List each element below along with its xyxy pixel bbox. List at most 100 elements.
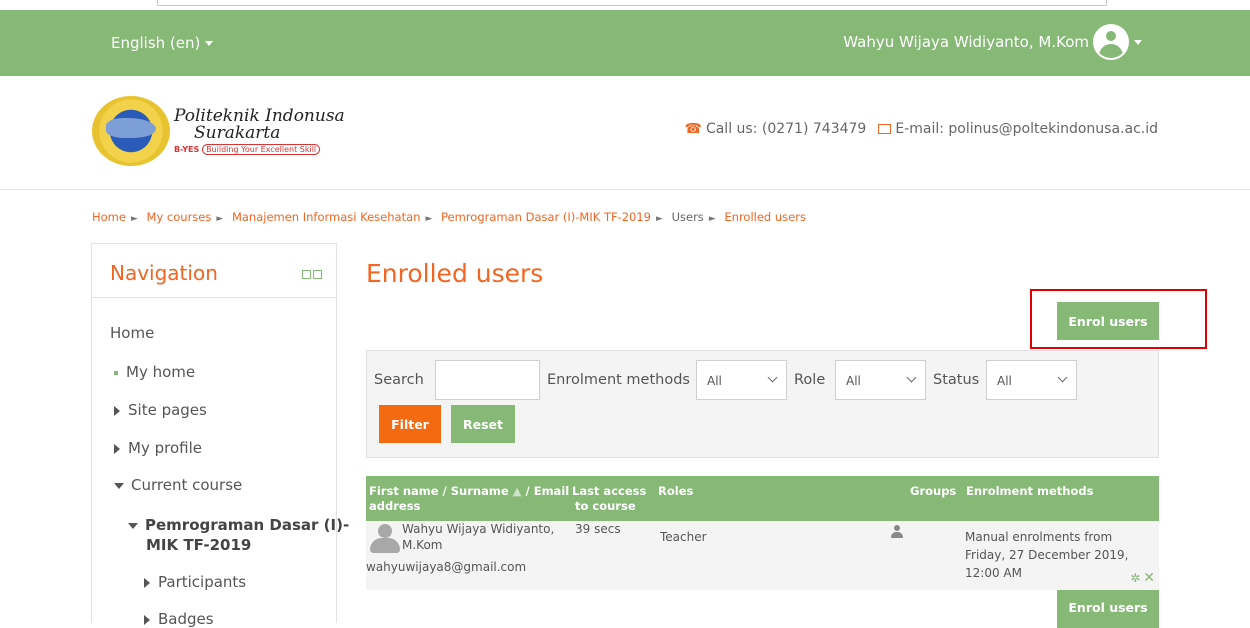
- avatar: [1093, 24, 1129, 60]
- nav-item-label: Current course: [131, 476, 243, 494]
- breadcrumb-users: Users: [671, 210, 704, 224]
- user-name: Wahyu Wijaya Widiyanto, M.Kom: [843, 33, 1089, 51]
- caret-down-icon: [1134, 39, 1142, 45]
- filter-button[interactable]: Filter: [379, 405, 441, 443]
- enrolment-actions: ✲ ✕: [1130, 570, 1155, 586]
- enrolment-method-line3: 12:00 AM: [965, 566, 1022, 580]
- user-picture-icon[interactable]: [368, 524, 402, 554]
- nav-item-label: My home: [126, 363, 196, 381]
- column-roles: Roles: [658, 484, 694, 498]
- nav-item-site-pages[interactable]: Site pages: [114, 401, 207, 419]
- language-menu[interactable]: English (en): [111, 34, 214, 52]
- breadcrumb-separator-icon: ►: [656, 214, 663, 224]
- expand-right-icon: [144, 577, 150, 588]
- select-value: All: [846, 374, 861, 388]
- status-select[interactable]: All: [986, 360, 1077, 400]
- reset-button[interactable]: Reset: [451, 405, 515, 443]
- table-header: First name / Surname ▲ / Email address L…: [366, 476, 1159, 521]
- breadcrumb-separator-icon: ►: [216, 214, 224, 224]
- address-box[interactable]: [157, 0, 1107, 6]
- breadcrumb-my-courses[interactable]: My courses: [147, 210, 212, 224]
- nav-item-label: Pemrograman Dasar (I)-: [145, 516, 350, 534]
- block-controls: [302, 270, 322, 279]
- enrolment-methods-label: Enrolment methods: [547, 372, 690, 388]
- nav-item-label: Participants: [158, 573, 247, 591]
- caret-down-icon: [205, 41, 214, 46]
- role-label: Role: [794, 372, 826, 388]
- nav-item-course-line2[interactable]: MIK TF-2019: [146, 536, 251, 554]
- search-input[interactable]: [435, 360, 540, 400]
- role-select[interactable]: All: [835, 360, 926, 400]
- collapse-icon[interactable]: [302, 270, 311, 279]
- sort-icon: ▲: [512, 484, 522, 498]
- filter-panel: Search Enrolment methods All Role All St…: [366, 350, 1159, 458]
- last-access: 39 secs: [575, 522, 621, 536]
- add-group-icon[interactable]: [891, 525, 905, 539]
- chevron-down-icon: [906, 372, 917, 383]
- nav-item-current-course[interactable]: Current course: [114, 476, 242, 494]
- dock-icon[interactable]: [313, 270, 322, 279]
- nav-item-home[interactable]: Home: [110, 324, 154, 342]
- column-groups: Groups: [910, 484, 957, 498]
- column-name-email[interactable]: First name / Surname ▲ / Email address: [369, 484, 569, 514]
- user-email: wahyuwijaya8@gmail.com: [366, 560, 527, 574]
- logo-name-city: Surakarta: [194, 123, 281, 143]
- user-name-line1: Wahyu Wijaya Widiyanto,: [402, 522, 555, 536]
- breadcrumb-course[interactable]: Pemrograman Dasar (I)-MIK TF-2019: [441, 210, 651, 224]
- status-label: Status: [933, 372, 980, 388]
- gear-icon[interactable]: ✲: [1130, 571, 1140, 585]
- phone-icon: ☎: [684, 121, 702, 137]
- browser-top-strip: [0, 0, 1250, 10]
- header-email: / Email: [525, 484, 570, 498]
- logo-seal-icon: [92, 96, 170, 166]
- column-last-access[interactable]: Last access to course: [572, 484, 646, 514]
- logo-tag: B-YES: [174, 145, 200, 154]
- email-text[interactable]: E-mail: polinus@poltekindonusa.ac.id: [895, 121, 1158, 137]
- enrolment-method-line2: Friday, 27 December 2019,: [965, 548, 1129, 562]
- nav-item-my-home[interactable]: My home: [114, 363, 195, 381]
- nav-item-course[interactable]: Pemrograman Dasar (I)-: [128, 516, 349, 534]
- breadcrumb-separator-icon: ►: [425, 214, 433, 224]
- select-value: All: [707, 374, 722, 388]
- column-enrolment-methods: Enrolment methods: [966, 484, 1094, 498]
- header-last-access: Last access: [572, 484, 647, 498]
- header-to-course: to course: [575, 499, 636, 513]
- top-navbar: English (en) Wahyu Wijaya Widiyanto, M.K…: [0, 10, 1250, 76]
- expand-right-icon: [114, 405, 120, 416]
- select-value: All: [997, 374, 1012, 388]
- user-fullname-line2[interactable]: M.Kom: [402, 537, 442, 553]
- expand-right-icon: [114, 443, 120, 454]
- logo-tagline: B-YES Building Your Excellent Skill: [174, 144, 345, 155]
- highlight-box: [1030, 289, 1207, 349]
- language-label: English (en): [111, 34, 201, 52]
- breadcrumb-home[interactable]: Home: [92, 210, 126, 224]
- breadcrumb-separator-icon: ►: [708, 214, 716, 224]
- nav-item-participants[interactable]: Participants: [144, 573, 246, 591]
- mail-icon: [878, 124, 892, 134]
- enrolment-methods-select[interactable]: All: [696, 360, 787, 400]
- expand-down-icon: [114, 482, 124, 489]
- close-icon[interactable]: ✕: [1143, 570, 1155, 586]
- chevron-down-icon: [1057, 372, 1068, 383]
- logo-tag-box: Building Your Excellent Skill: [202, 144, 321, 155]
- navigation-block: Navigation Home My home Site pages My pr…: [91, 243, 349, 628]
- contact-info: ☎ Call us: (0271) 743479 E-mail: polinus…: [685, 121, 1159, 137]
- enrol-users-button-bottom[interactable]: Enrol users: [1057, 590, 1159, 628]
- breadcrumb-category[interactable]: Manajemen Informasi Kesehatan: [232, 210, 420, 224]
- navigation-header: Navigation: [92, 244, 336, 298]
- site-logo[interactable]: Politeknik Indonusa Surakarta B-YES Buil…: [92, 96, 345, 166]
- header-address: address: [369, 499, 421, 513]
- user-menu[interactable]: Wahyu Wijaya Widiyanto, M.Kom: [843, 24, 1142, 60]
- site-header: Politeknik Indonusa Surakarta B-YES Buil…: [0, 76, 1250, 190]
- nav-item-label: My profile: [128, 439, 202, 457]
- navigation-title: Navigation: [110, 261, 218, 285]
- logo-text: Politeknik Indonusa Surakarta B-YES Buil…: [174, 108, 345, 155]
- user-fullname[interactable]: Wahyu Wijaya Widiyanto,: [402, 521, 554, 537]
- nav-item-badges[interactable]: Badges: [144, 610, 214, 628]
- breadcrumb-separator-icon: ►: [130, 214, 138, 224]
- search-label: Search: [374, 372, 424, 388]
- phone-text: Call us: (0271) 743479: [705, 121, 867, 137]
- breadcrumb-enrolled-users[interactable]: Enrolled users: [724, 210, 806, 224]
- user-role: Teacher: [660, 530, 707, 544]
- nav-item-my-profile[interactable]: My profile: [114, 439, 202, 457]
